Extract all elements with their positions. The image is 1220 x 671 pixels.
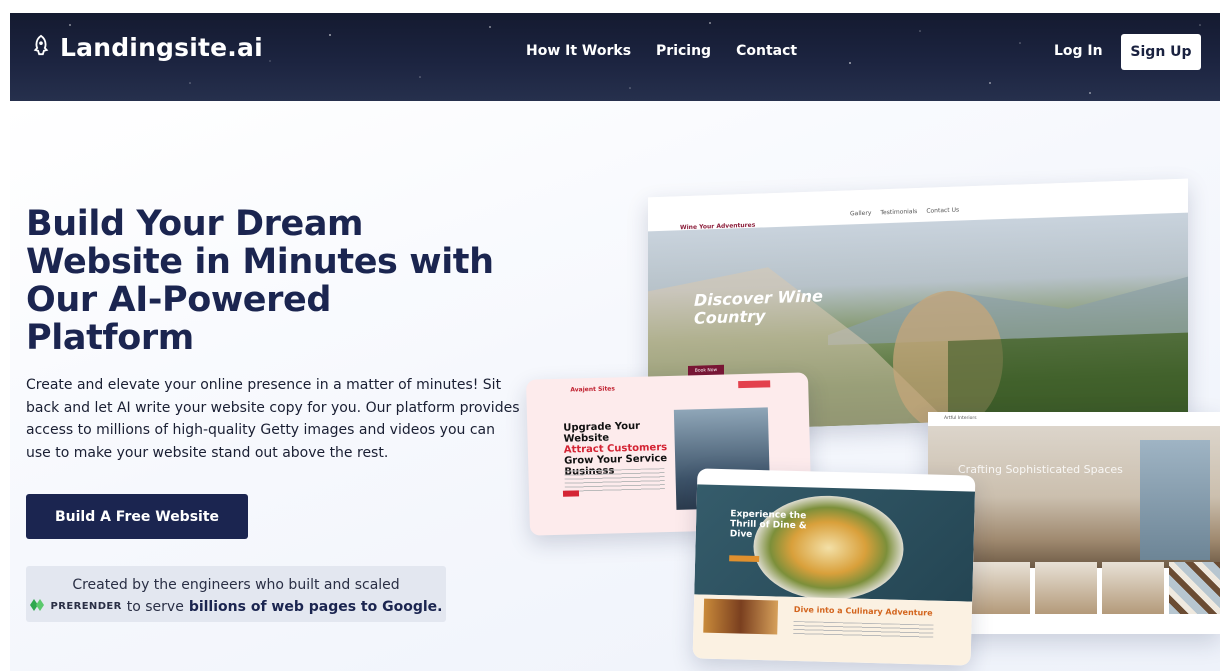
- build-free-website-button[interactable]: Build A Free Website: [26, 494, 248, 539]
- nav-pricing[interactable]: Pricing: [656, 43, 711, 59]
- hero-description: Create and elevate your online presence …: [26, 377, 520, 461]
- agent-button: [562, 490, 580, 497]
- food-button: [729, 555, 760, 563]
- credibility-line-1: Created by the engineers who built and s…: [72, 577, 400, 593]
- mockup-brand: Avajent Sites: [570, 385, 616, 394]
- credibility-line-2: PRERENDER to serve billions of web pages…: [26, 596, 446, 618]
- rocket-icon: [30, 33, 52, 62]
- mockup-link: Gallery: [850, 209, 872, 218]
- site-header: Landingsite.ai How It Works Pricing Cont…: [10, 13, 1220, 101]
- login-link[interactable]: Log In: [1054, 43, 1103, 59]
- thumbnail: [1102, 562, 1164, 614]
- thumbnail: [1169, 562, 1220, 614]
- window-shape: [1140, 440, 1210, 560]
- prerender-logo-icon: [29, 596, 46, 618]
- nav-contact[interactable]: Contact: [736, 43, 797, 59]
- mockup-brand: Artful Interiors: [944, 416, 977, 421]
- signup-button[interactable]: Sign Up: [1121, 34, 1201, 70]
- prerender-brand: PRERENDER: [50, 601, 122, 612]
- brand-name: Landingsite.ai: [60, 33, 263, 62]
- agent-heading-line: Upgrade Your Website: [563, 420, 641, 445]
- food-hero-title: Experience the Thrill of Dine & Dive: [729, 509, 807, 540]
- main-nav: How It Works Pricing Contact: [526, 43, 797, 59]
- mockup-nav-button: [738, 380, 771, 389]
- thumbnail: [968, 562, 1030, 614]
- hero-headline: Build Your Dream Website in Minutes with…: [26, 204, 494, 358]
- credibility-bold: billions of web pages to Google.: [188, 599, 443, 615]
- interior-title: Crafting Sophisticated Spaces: [958, 463, 1123, 476]
- mockup-link: Contact Us: [926, 206, 960, 215]
- mockup-link: Testimonials: [880, 208, 918, 217]
- food-hero-panel: [694, 484, 976, 602]
- brand-logo[interactable]: Landingsite.ai: [30, 33, 263, 62]
- nav-how-it-works[interactable]: How It Works: [526, 43, 631, 59]
- food-mini-photo: [703, 598, 779, 635]
- wine-hero-title: Discover Wine Country: [694, 286, 823, 328]
- food-site-mockup: Experience the Thrill of Dine & Dive Div…: [692, 468, 976, 666]
- agent-paragraph: [564, 468, 665, 493]
- interior-thumbnails: [968, 562, 1220, 614]
- credibility-box: Created by the engineers who built and s…: [26, 566, 446, 622]
- thumbnail: [1035, 562, 1097, 614]
- credibility-mid: to serve: [126, 599, 184, 615]
